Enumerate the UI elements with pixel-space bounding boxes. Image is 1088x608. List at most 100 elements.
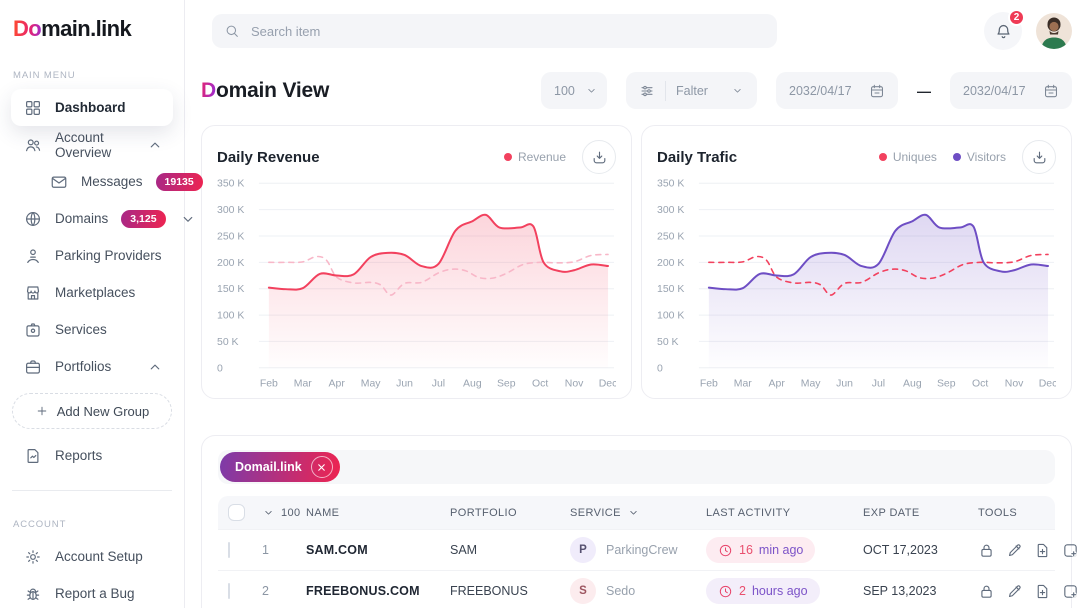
filter-chip-domail-link[interactable]: Domail.link [220, 452, 340, 482]
chevron-down-icon[interactable] [262, 506, 275, 519]
page-title: Domain View [201, 79, 329, 103]
user-avatar[interactable] [1036, 13, 1072, 49]
sidebar-item-messages[interactable]: Messages19135 [11, 163, 173, 200]
logo-rest: main.link [41, 16, 131, 41]
sidebar-item-report-a-bug[interactable]: Report a Bug [11, 575, 173, 608]
note-add-icon[interactable] [1062, 542, 1079, 559]
svg-text:Nov: Nov [565, 379, 584, 390]
search-bar[interactable] [212, 14, 777, 48]
column-last-activity: LAST ACTIVITY [706, 507, 863, 519]
sidebar-item-account-setup[interactable]: Account Setup [11, 538, 173, 575]
svg-text:250 K: 250 K [217, 231, 244, 242]
svg-text:Apr: Apr [769, 379, 786, 390]
sidebar-item-portfolios[interactable]: Portfolios [11, 348, 173, 385]
page-size-select[interactable]: 100 [541, 72, 607, 109]
legend-dot [953, 153, 961, 161]
download-button[interactable] [1022, 140, 1056, 174]
sidebar: Domain.link MAIN MENU Dashboard Account O… [0, 0, 185, 608]
svg-text:Jun: Jun [836, 379, 853, 390]
svg-text:200 K: 200 K [657, 258, 684, 269]
table-header: 100 NAME PORTFOLIO SERVICE LAST ACTIVITY… [218, 496, 1055, 529]
sidebar-item-label: Account Overview [55, 130, 133, 160]
sidebar-item-account-overview[interactable]: Account Overview [11, 126, 173, 163]
svg-text:350 K: 350 K [657, 179, 684, 190]
sidebar-item-label: Portfolios [55, 359, 111, 374]
service-initial-avatar: S [570, 578, 596, 604]
daily-revenue-card: Daily Revenue Revenue 350 K300 K250 K200… [201, 125, 632, 399]
sidebar-item-label: Add New Group [57, 404, 150, 419]
count-badge: 19135 [156, 173, 203, 191]
svg-text:0: 0 [217, 363, 223, 374]
filter-sliders-icon [639, 83, 655, 99]
page-header: Domain View 100 Falter 2032/04/17 — 2032… [185, 60, 1088, 125]
svg-text:Mar: Mar [294, 379, 313, 390]
svg-text:Dec: Dec [1039, 379, 1056, 390]
main-menu-label: MAIN MENU [13, 70, 184, 81]
sidebar-item-parking-providers[interactable]: Parking Providers [11, 237, 173, 274]
svg-text:100 K: 100 K [217, 311, 244, 322]
date-range-separator: — [917, 83, 931, 99]
sidebar-item-label: Reports [55, 448, 102, 463]
svg-text:Dec: Dec [599, 379, 616, 390]
row-tools [978, 542, 1079, 559]
lock-icon[interactable] [978, 583, 995, 600]
sidebar-item-label: Messages [81, 174, 143, 189]
chevron-up-icon [146, 358, 164, 376]
row-checkbox[interactable] [228, 583, 230, 599]
marketplace-icon [24, 284, 42, 302]
edit-icon[interactable] [1006, 583, 1023, 600]
sidebar-item-marketplaces[interactable]: Marketplaces [11, 274, 173, 311]
svg-text:0: 0 [657, 363, 663, 374]
calendar-icon [1043, 83, 1059, 99]
chevron-down-icon [179, 210, 197, 228]
edit-icon[interactable] [1006, 542, 1023, 559]
row-checkbox[interactable] [228, 542, 230, 558]
row-number: 2 [262, 584, 269, 598]
svg-text:Jul: Jul [872, 379, 885, 390]
download-icon [591, 149, 608, 166]
column-service[interactable]: SERVICE [570, 506, 706, 519]
sidebar-item-label: Marketplaces [55, 285, 135, 300]
lock-icon[interactable] [978, 542, 995, 559]
notifications-button[interactable]: 2 [984, 12, 1022, 50]
legend-item-revenue: Revenue [504, 150, 566, 164]
dashboard-grid-icon [24, 99, 42, 117]
legend-dot [504, 153, 512, 161]
file-add-icon[interactable] [1034, 583, 1051, 600]
svg-text:300 K: 300 K [657, 205, 684, 216]
note-add-icon[interactable] [1062, 583, 1079, 600]
chart-title: Daily Trafic [657, 149, 737, 166]
sidebar-item-reports[interactable]: Reports [11, 437, 173, 474]
sidebar-item-dashboard[interactable]: Dashboard [11, 89, 173, 126]
svg-text:300 K: 300 K [217, 205, 244, 216]
svg-text:50 K: 50 K [217, 337, 239, 348]
domain-name: FREEBONUS.COM [306, 584, 420, 598]
exp-date: SEP 13,2023 [863, 584, 936, 598]
sidebar-item-label: Domains [55, 211, 108, 226]
svg-text:Mar: Mar [734, 379, 753, 390]
svg-text:Apr: Apr [329, 379, 346, 390]
account-section-label: ACCOUNT [13, 519, 184, 530]
svg-text:Nov: Nov [1005, 379, 1024, 390]
charts-row: Daily Revenue Revenue 350 K300 K250 K200… [185, 125, 1088, 399]
svg-text:May: May [801, 379, 822, 390]
date-from-value: 2032/04/17 [789, 84, 852, 98]
svg-text:Aug: Aug [463, 379, 482, 390]
app-logo: Domain.link [0, 16, 184, 42]
sidebar-item-services[interactable]: Services [11, 311, 173, 348]
file-add-icon[interactable] [1034, 542, 1051, 559]
select-all-checkbox[interactable] [228, 504, 245, 521]
chart-legend: Revenue [504, 150, 566, 164]
remove-filter-button[interactable] [311, 456, 333, 478]
sidebar-item-domains[interactable]: Domains3,125 [11, 200, 173, 237]
date-to-picker[interactable]: 2032/04/17 [950, 72, 1072, 109]
add-new-group-button[interactable]: Add New Group [12, 393, 172, 429]
search-input[interactable] [249, 23, 765, 40]
domains-table-card: Domail.link 100 NAME PORTFOLIO SERVICE L… [201, 435, 1072, 608]
download-button[interactable] [582, 140, 616, 174]
chevron-down-icon [731, 84, 744, 97]
sidebar-item-label: Services [55, 322, 107, 337]
date-from-picker[interactable]: 2032/04/17 [776, 72, 898, 109]
daily-traffic-chart: 350 K300 K250 K200 K150 K100 K50 K0FebMa… [657, 177, 1056, 392]
filter-dropdown[interactable]: Falter [626, 72, 757, 109]
